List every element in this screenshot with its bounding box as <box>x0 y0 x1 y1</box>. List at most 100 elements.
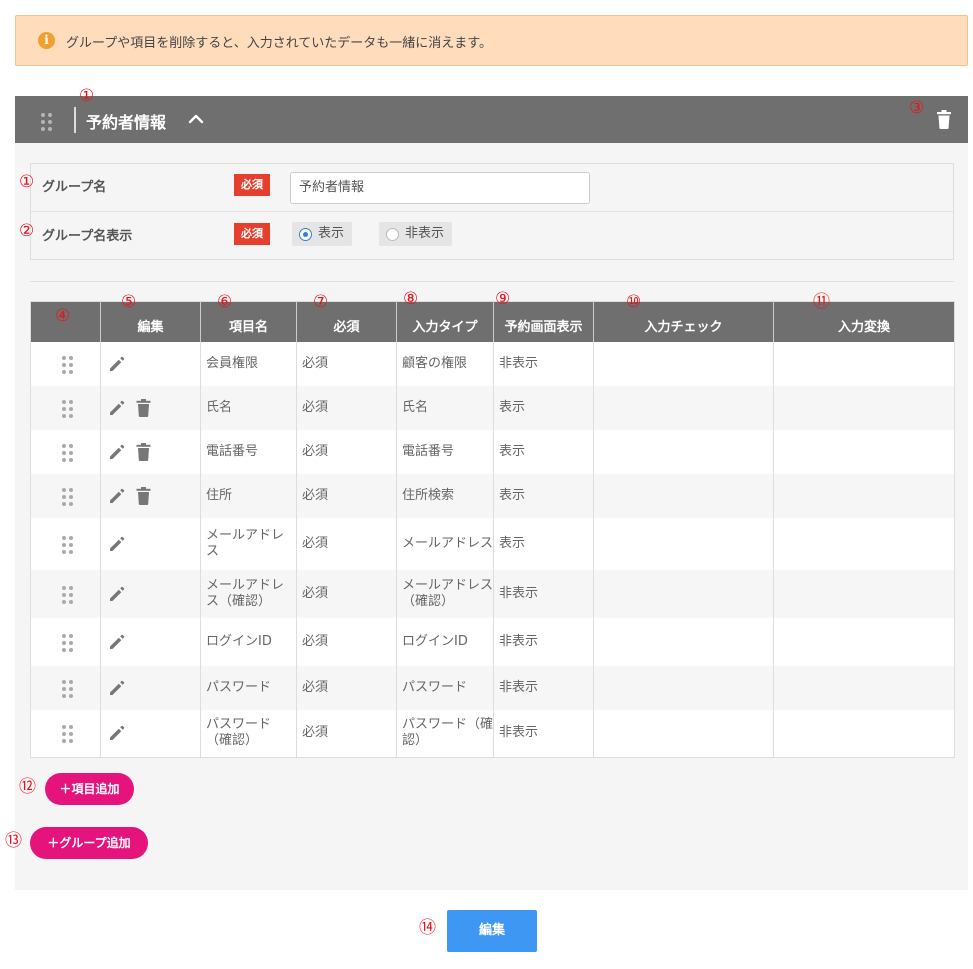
annotation-10: ⑩ <box>626 292 642 312</box>
col-header-convert: 入力変換 <box>773 301 955 342</box>
group-name-row: グループ名 必須 予約者情報 <box>31 164 953 212</box>
delete-group-trash-icon[interactable] <box>936 110 952 129</box>
row-drag-handle-icon[interactable] <box>62 399 73 418</box>
row-drag-handle-icon[interactable] <box>62 355 73 374</box>
pencil-edit-icon[interactable] <box>108 487 126 505</box>
table-row: 電話番号 必須 電話番号 表示 <box>31 429 955 474</box>
row-input-convert <box>773 709 955 758</box>
chevron-up-icon[interactable] <box>188 111 204 127</box>
table-row: ログインID 必須 ログインID 非表示 <box>31 617 955 666</box>
row-item-name: ログインID <box>200 617 297 666</box>
row-input-type: パスワード <box>396 665 494 710</box>
pencil-edit-icon[interactable] <box>108 399 126 417</box>
row-drag-handle-icon[interactable] <box>62 633 73 652</box>
row-drag-cell <box>31 518 101 570</box>
row-drag-cell <box>31 710 101 758</box>
add-group-button[interactable]: ＋グループ追加 <box>30 827 148 859</box>
row-edit-cell <box>100 341 201 386</box>
col-header-edit: 編集 <box>100 301 201 342</box>
annotation-13: ⑬ <box>5 831 22 851</box>
pencil-edit-icon[interactable] <box>108 355 126 373</box>
row-input-convert <box>773 473 955 518</box>
radio-show[interactable]: 表示 <box>292 222 353 246</box>
row-item-name: メールアドレス（確認） <box>200 569 297 618</box>
pencil-edit-icon[interactable] <box>108 443 126 461</box>
pencil-edit-icon[interactable] <box>108 535 126 553</box>
col-header-required: 必須 <box>296 301 397 342</box>
row-edit-cell <box>100 429 201 474</box>
table-row: メールアドレス 必須 メールアドレス 表示 <box>31 517 955 570</box>
row-input-check <box>593 709 774 758</box>
row-input-type: 氏名 <box>396 385 494 430</box>
col-header-check: 入力チェック <box>593 301 774 342</box>
annotation-5: ⑤ <box>121 292 137 312</box>
pencil-edit-icon[interactable] <box>108 585 126 603</box>
pencil-edit-icon[interactable] <box>108 679 126 697</box>
row-item-name: 氏名 <box>200 385 297 430</box>
pencil-edit-icon[interactable] <box>108 724 126 742</box>
annotation-2: ② <box>19 221 35 241</box>
row-drag-cell <box>30 665 101 710</box>
row-drag-handle-icon[interactable] <box>62 725 73 744</box>
row-input-type: 住所検索 <box>396 473 494 518</box>
row-input-type: 電話番号 <box>396 429 494 474</box>
row-drag-handle-icon[interactable] <box>62 535 73 554</box>
pencil-edit-icon[interactable] <box>108 633 126 651</box>
delete-item-trash-icon[interactable] <box>136 442 151 461</box>
annotation-4: ④ <box>55 306 71 326</box>
table-row: パスワード（確認） 必須 パスワード（確認） 非表示 <box>31 709 955 758</box>
row-display: 非表示 <box>493 569 594 618</box>
row-input-type: 顧客の権限 <box>396 341 494 386</box>
group-name-label: グループ名 <box>42 180 107 195</box>
annotation-1-header: ① <box>79 86 95 106</box>
row-drag-cell <box>31 618 101 666</box>
radio-selected-icon <box>299 228 312 241</box>
row-drag-handle-icon[interactable] <box>62 679 73 698</box>
group-name-display-row: グループ名表示 必須 表示 非表示 <box>31 213 953 261</box>
row-required: 必須 <box>296 473 397 518</box>
row-item-name: パスワード（確認） <box>200 709 297 758</box>
row-required: 必須 <box>296 341 397 386</box>
row-item-name: パスワード <box>200 665 297 710</box>
row-required: 必須 <box>296 429 397 474</box>
radio-unselected-icon <box>386 228 399 241</box>
row-display: 非表示 <box>493 341 594 386</box>
annotation-12: ⑫ <box>19 777 36 797</box>
row-required: 必須 <box>296 665 397 710</box>
row-input-check <box>593 617 774 666</box>
divider <box>30 281 954 282</box>
delete-item-trash-icon[interactable] <box>136 398 151 417</box>
required-badge: 必須 <box>234 223 270 245</box>
row-display: 表示 <box>493 385 594 430</box>
row-edit-cell <box>100 617 201 666</box>
alert-text: グループや項目を削除すると、入力されていたデータも一緒に消えます。 <box>66 36 493 51</box>
table-row: 会員権限 必須 顧客の権限 非表示 <box>31 341 955 386</box>
radio-hide[interactable]: 非表示 <box>379 222 453 246</box>
annotation-3: ③ <box>909 98 925 118</box>
row-item-name: 電話番号 <box>200 429 297 474</box>
group-name-input[interactable]: 予約者情報 <box>290 172 590 204</box>
row-item-name: 住所 <box>200 473 297 518</box>
annotation-11: ⑪ <box>813 292 830 312</box>
group-header: 予約者情報 <box>15 96 968 143</box>
row-input-convert <box>773 569 955 618</box>
row-item-name: 会員権限 <box>200 341 297 386</box>
header-divider <box>74 107 76 133</box>
table-row: メールアドレス（確認） 必須 メールアドレス（確認） 非表示 <box>30 569 955 618</box>
edit-button[interactable]: 編集 <box>447 910 537 952</box>
group-panel: グループ名 必須 予約者情報 グループ名表示 必須 表示 非表示 編集 項目名 … <box>15 143 968 890</box>
row-drag-cell <box>31 430 101 474</box>
group-drag-handle-icon[interactable] <box>41 113 52 131</box>
row-input-type: メールアドレス <box>396 517 494 570</box>
row-drag-handle-icon[interactable] <box>62 487 73 506</box>
delete-item-trash-icon[interactable] <box>136 486 151 505</box>
col-header-name: 項目名 <box>200 301 297 342</box>
row-input-check <box>593 569 774 618</box>
row-drag-handle-icon[interactable] <box>62 585 73 604</box>
row-input-check <box>593 341 774 386</box>
add-item-button[interactable]: ＋項目追加 <box>45 773 134 805</box>
row-drag-handle-icon[interactable] <box>62 443 73 462</box>
row-display: 非表示 <box>493 665 594 710</box>
row-drag-cell <box>30 569 101 618</box>
row-input-check <box>593 429 774 474</box>
